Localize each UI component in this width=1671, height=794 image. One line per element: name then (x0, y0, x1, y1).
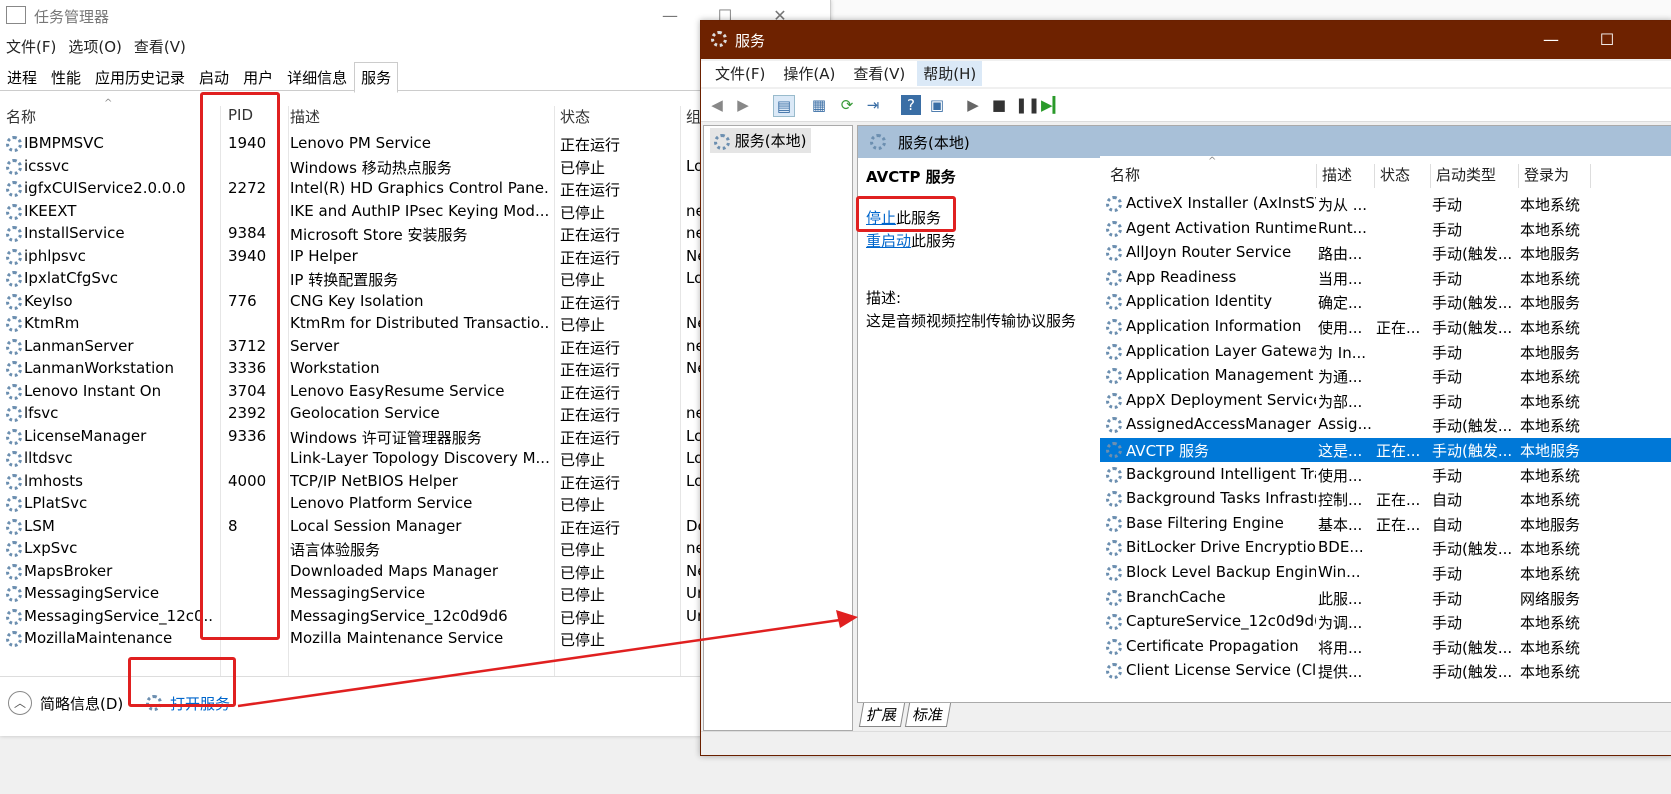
arrow-line (237, 618, 841, 708)
arrow-head (836, 610, 858, 628)
annotation-arrow (237, 610, 858, 708)
